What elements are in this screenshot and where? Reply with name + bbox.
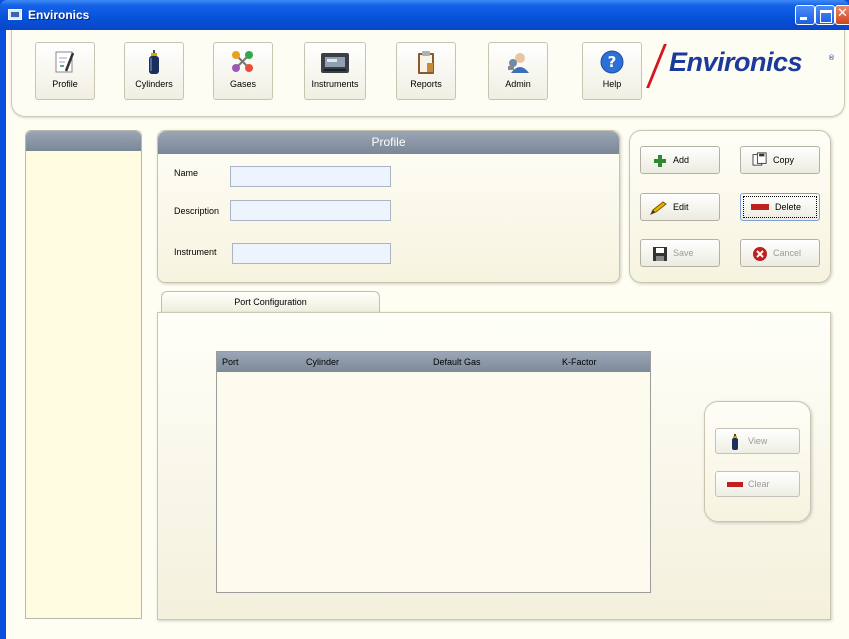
- tab-port-configuration[interactable]: Port Configuration: [161, 291, 380, 313]
- cancel-x-icon: [753, 247, 767, 261]
- edit-button[interactable]: Edit: [640, 193, 720, 221]
- delete-button-label: Delete: [775, 202, 802, 212]
- add-button-label: Add: [673, 155, 690, 165]
- column-header-cylinder[interactable]: Cylinder: [306, 357, 339, 367]
- action-button-panel: Add Copy Edit Delete Save Cancel: [629, 130, 831, 283]
- copy-button-label: Copy: [773, 155, 795, 165]
- minus-icon: [751, 204, 769, 210]
- edit-button-label: Edit: [673, 202, 689, 212]
- help-icon: ?: [600, 50, 624, 74]
- app-client-area: Profile Cylinders Gases Instruments Repo…: [6, 30, 849, 639]
- toolbar-profile-button[interactable]: Profile: [35, 42, 95, 100]
- description-label: Description: [174, 206, 220, 216]
- gases-icon: [232, 51, 253, 72]
- delete-button[interactable]: Delete: [740, 193, 820, 221]
- copy-button[interactable]: Copy: [740, 146, 820, 174]
- close-button[interactable]: [835, 5, 849, 25]
- toolbar-instruments-button[interactable]: Instruments: [304, 42, 366, 100]
- profile-icon: [55, 51, 75, 73]
- toolbar-reports-label: Reports: [410, 79, 442, 89]
- column-header-default-gas[interactable]: Default Gas: [433, 357, 481, 367]
- svg-text:?: ?: [608, 53, 617, 71]
- cylinder-small-icon: [732, 434, 738, 450]
- column-header-k-factor[interactable]: K-Factor: [562, 357, 597, 367]
- logo-registered-mark: ®: [828, 54, 835, 62]
- profile-list-header: [26, 131, 141, 151]
- toolbar-instruments-label: Instruments: [311, 79, 359, 89]
- minus-icon: [727, 482, 743, 487]
- column-header-port[interactable]: Port: [222, 357, 239, 367]
- maximize-button[interactable]: [815, 5, 835, 25]
- toolbar-admin-button[interactable]: Admin: [488, 42, 548, 100]
- toolbar-cylinders-label: Cylinders: [135, 79, 173, 89]
- toolbar-admin-label: Admin: [505, 79, 531, 89]
- save-disk-icon: [653, 247, 667, 261]
- window-title: Environics: [28, 8, 90, 22]
- pencil-icon: [649, 201, 667, 215]
- save-button[interactable]: Save: [640, 239, 720, 267]
- instrument-icon: [321, 53, 349, 73]
- clear-button-label: Clear: [748, 479, 770, 489]
- admin-icon: [508, 53, 529, 73]
- clear-button[interactable]: Clear: [715, 471, 800, 497]
- name-label: Name: [174, 168, 199, 178]
- instrument-field[interactable]: [232, 243, 391, 264]
- main-toolbar: Profile Cylinders Gases Instruments Repo…: [11, 30, 845, 117]
- name-field[interactable]: [230, 166, 391, 187]
- description-field[interactable]: [230, 200, 391, 221]
- environics-logo: Environics ®: [646, 44, 837, 88]
- port-table-header: Port Cylinder Default Gas K-Factor: [217, 352, 650, 372]
- toolbar-profile-label: Profile: [52, 79, 78, 89]
- cancel-button[interactable]: Cancel: [740, 239, 820, 267]
- logo-text: Environics: [669, 47, 803, 77]
- logo-red-slash: [646, 44, 667, 88]
- port-configuration-panel: Port Cylinder Default Gas K-Factor View …: [157, 312, 831, 620]
- toolbar-gases-label: Gases: [229, 79, 256, 89]
- port-action-panel: View Clear: [704, 401, 811, 522]
- cylinder-icon: [149, 50, 159, 74]
- profile-header: Profile: [158, 131, 619, 154]
- toolbar-help-label: Help: [602, 79, 622, 89]
- save-button-label: Save: [673, 248, 694, 258]
- add-button[interactable]: Add: [640, 146, 720, 174]
- view-button-label: View: [748, 436, 768, 446]
- toolbar-cylinders-button[interactable]: Cylinders: [124, 42, 184, 100]
- view-button[interactable]: View: [715, 428, 800, 454]
- profile-list-panel[interactable]: [25, 130, 142, 619]
- plus-icon: [654, 155, 666, 167]
- copy-icon: [752, 152, 767, 166]
- app-icon: [8, 9, 22, 20]
- toolbar-reports-button[interactable]: Reports: [396, 42, 456, 100]
- instrument-label: Instrument: [174, 247, 217, 257]
- minimize-button[interactable]: [795, 5, 815, 25]
- reports-icon: [418, 51, 434, 74]
- cancel-button-label: Cancel: [773, 248, 802, 258]
- toolbar-gases-button[interactable]: Gases: [213, 42, 273, 100]
- toolbar-help-button[interactable]: ? Help: [582, 42, 642, 100]
- profile-details-panel: Profile Name Description Instrument: [157, 130, 620, 283]
- title-bar[interactable]: Environics: [0, 0, 849, 30]
- port-table[interactable]: Port Cylinder Default Gas K-Factor: [216, 351, 651, 593]
